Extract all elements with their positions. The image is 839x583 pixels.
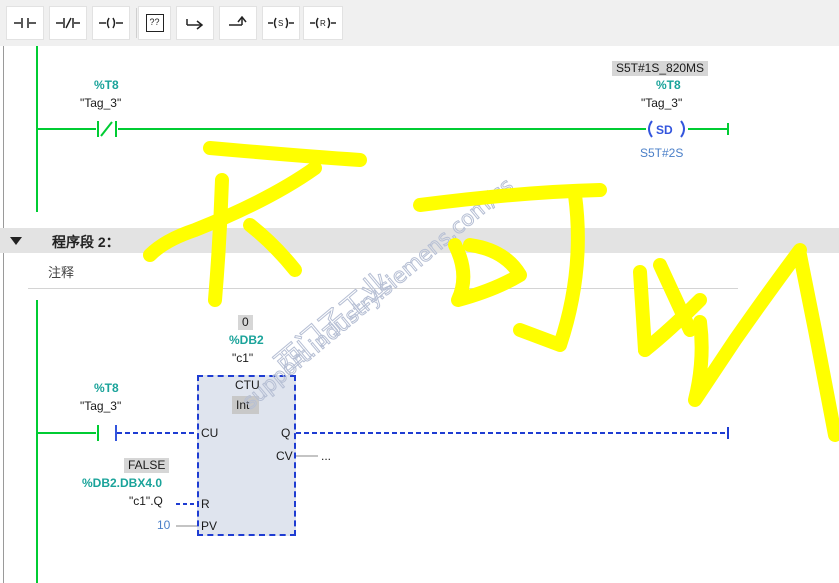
handwritten-annotation	[143, 141, 839, 442]
